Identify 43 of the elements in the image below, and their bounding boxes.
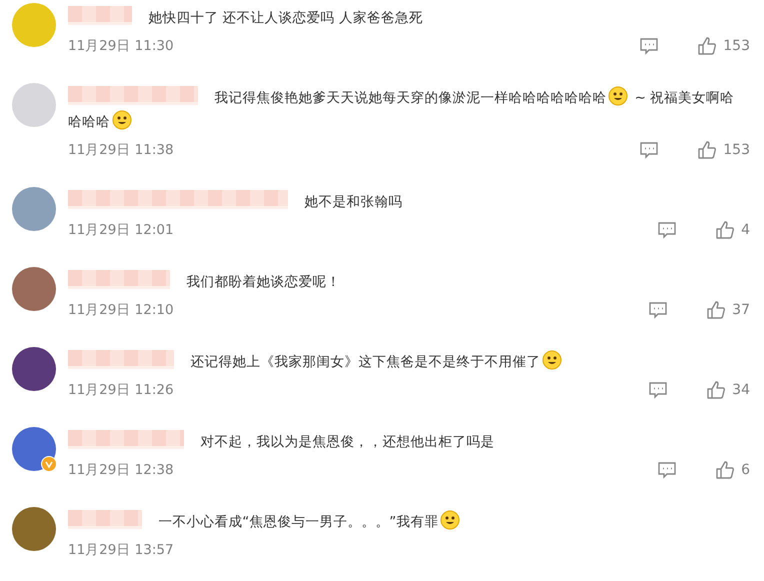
comment-time: 11月29日 11:38 (68, 141, 175, 159)
verified-badge (41, 456, 57, 472)
comment-time: 11月29日 13:57 (68, 541, 175, 559)
like-count: 153 (723, 38, 750, 54)
thumbs-up-icon[interactable] (697, 140, 718, 160)
reply-icon[interactable] (657, 461, 678, 479)
reply-icon[interactable] (648, 381, 668, 399)
reply-icon[interactable] (639, 37, 660, 55)
comment-text: 她不是和张翰吗 (304, 194, 402, 210)
thumbs-up-icon[interactable] (697, 36, 718, 56)
comment-text: ~ 祝福美女啊哈 (634, 90, 734, 106)
comment-time: 11月29日 12:10 (68, 301, 175, 319)
emoji-icon (440, 510, 460, 530)
thumbs-up-icon[interactable] (715, 460, 736, 480)
avatar[interactable] (12, 267, 56, 311)
like-count: 37 (732, 302, 750, 318)
reply-icon[interactable] (648, 301, 668, 319)
emoji-icon (542, 350, 562, 370)
comment-text: 还记得她上《我家那闺女》这下焦爸是不是终于不用催了 (190, 354, 540, 370)
comment-time: 11月29日 12:01 (68, 221, 175, 239)
comment-text: 哈哈哈 (68, 114, 110, 130)
comment-time: 11月29日 12:38 (68, 461, 175, 479)
comment-text: 对不起，我以为是焦恩俊，，还想他出柜了吗是 (200, 434, 494, 450)
like-count: 6 (741, 462, 750, 478)
avatar[interactable] (12, 427, 56, 471)
comment-text: 一不小心看成“焦恩俊与一男子。。。”我有罪 (158, 514, 438, 530)
comment-text: 她快四十了 还不让人谈恋爱吗 人家爸爸急死 (148, 10, 423, 26)
emoji-icon (608, 86, 628, 106)
comment-text: 我记得焦俊艳她爹天天说她每天穿的像淤泥一样哈哈哈哈哈哈哈 (214, 90, 606, 106)
reply-icon[interactable] (657, 221, 678, 239)
comment-time: 11月29日 11:30 (68, 37, 175, 55)
avatar[interactable] (12, 507, 56, 551)
thumbs-up-icon[interactable] (706, 380, 726, 400)
like-count: 153 (723, 142, 750, 158)
like-count: 4 (741, 222, 750, 238)
like-count: 34 (732, 382, 750, 398)
avatar[interactable] (12, 347, 56, 391)
reply-icon[interactable] (639, 141, 660, 159)
emoji-icon (112, 110, 132, 130)
thumbs-up-icon[interactable] (706, 300, 726, 320)
comment-time: 11月29日 11:26 (68, 381, 175, 399)
thumbs-up-icon[interactable] (715, 220, 736, 240)
comment-text: 我们都盼着她谈恋爱呢！ (186, 274, 340, 290)
